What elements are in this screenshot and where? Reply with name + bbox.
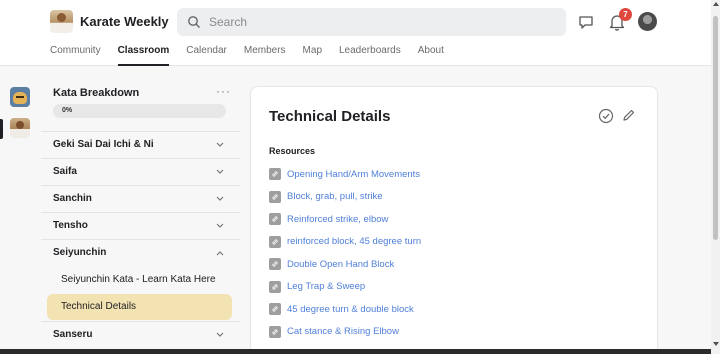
chevron-down-icon	[216, 223, 224, 228]
resource-link[interactable]: 45 degree turn & double block	[269, 302, 414, 316]
search-icon	[188, 16, 200, 28]
tab-calendar[interactable]: Calendar	[186, 44, 227, 66]
module-saifa[interactable]: Saifa	[41, 158, 240, 185]
rail-group-karate[interactable]	[10, 118, 30, 138]
lesson-label: Seiyunchin Kata - Learn Kata Here	[61, 274, 216, 285]
pencil-icon[interactable]	[621, 108, 636, 123]
chevron-down-icon	[216, 196, 224, 201]
resource-label: Block, grab, pull, strike	[287, 191, 383, 202]
module-sanseru[interactable]: Sanseru	[41, 321, 240, 348]
resource-label: Double Open Hand Block	[287, 258, 395, 270]
module-tensho[interactable]: Tensho	[41, 212, 240, 239]
link-icon	[269, 190, 281, 203]
resources-heading: Resources	[269, 146, 316, 156]
module-label: Seiyunchin	[53, 247, 107, 258]
tab-community[interactable]: Community	[50, 44, 101, 66]
module-seiyunchin[interactable]: Seiyunchin	[41, 239, 240, 266]
resource-label: reinforced block, 45 degree turn	[287, 236, 422, 247]
tab-members[interactable]: Members	[244, 44, 286, 66]
chevron-down-icon	[216, 332, 224, 337]
chat-icon[interactable]	[577, 13, 595, 31]
link-icon	[269, 213, 281, 225]
search-input[interactable]	[209, 15, 549, 29]
module-label: Tensho	[53, 220, 88, 231]
resource-label: Opening Hand/Arm Movements	[287, 168, 421, 180]
scroll-up-arrow[interactable]	[713, 2, 719, 6]
page-scrollbar[interactable]	[711, 0, 720, 354]
lesson-content-card: Technical Details Resources Opening Hand…	[250, 86, 658, 354]
chevron-down-icon	[216, 169, 224, 174]
course-progress-bar: 0%	[53, 104, 226, 118]
more-options-icon[interactable]: ···	[216, 84, 231, 98]
user-avatar[interactable]	[638, 12, 657, 31]
progress-label: 0%	[62, 107, 73, 114]
tab-about[interactable]: About	[418, 44, 444, 66]
link-icon	[269, 168, 281, 180]
resource-link[interactable]: Reinforced strike, elbow	[269, 212, 388, 226]
taskbar-edge	[0, 349, 711, 354]
top-header: Karate Weekly 7 Community Classroom Cale…	[0, 0, 711, 66]
module-label: Sanseru	[53, 329, 93, 340]
resource-label: Reinforced strike, elbow	[287, 213, 389, 225]
resource-link[interactable]: Block, grab, pull, strike	[269, 190, 383, 204]
notification-badge: 7	[619, 8, 632, 21]
resource-link[interactable]: reinforced block, 45 degree turn	[269, 235, 421, 249]
check-circle-icon[interactable]	[598, 108, 614, 124]
lesson-seiyunchin-kata[interactable]: Seiyunchin Kata - Learn Kata Here	[47, 267, 232, 293]
resource-link[interactable]: Double Open Hand Block	[269, 257, 394, 271]
tab-classroom[interactable]: Classroom	[117, 44, 169, 66]
course-sidebar: Kata Breakdown ··· 0% Geki Sai Dai Ichi …	[41, 76, 240, 354]
module-label: Geki Sai Dai Ichi & Ni	[53, 139, 154, 150]
search-bar[interactable]	[177, 8, 566, 36]
scroll-down-arrow[interactable]	[713, 342, 719, 346]
module-geki-sai[interactable]: Geki Sai Dai Ichi & Ni	[41, 131, 240, 158]
link-icon	[269, 258, 281, 270]
resource-link[interactable]: Cat stance & Rising Elbow	[269, 325, 399, 339]
module-sanchin[interactable]: Sanchin	[41, 185, 240, 212]
resource-label: Cat stance & Rising Elbow	[287, 326, 399, 337]
module-label: Sanchin	[53, 193, 92, 204]
group-name: Karate Weekly	[80, 14, 169, 29]
resource-label: 45 degree turn & double block	[287, 303, 414, 315]
tab-leaderboards[interactable]: Leaderboards	[339, 44, 401, 66]
resource-link[interactable]: Leg Trap & Sweep	[269, 280, 365, 294]
chevron-down-icon	[216, 142, 224, 147]
resource-label: Leg Trap & Sweep	[287, 281, 366, 292]
lesson-technical-details[interactable]: Technical Details	[47, 294, 232, 320]
page-title: Technical Details	[269, 108, 391, 125]
tab-map[interactable]: Map	[303, 44, 322, 66]
course-title: Kata Breakdown	[53, 87, 140, 99]
link-icon	[269, 235, 281, 248]
rail-group-cat[interactable]	[10, 87, 30, 107]
group-logo	[50, 10, 73, 33]
lesson-label: Technical Details	[61, 301, 137, 312]
resource-link[interactable]: Opening Hand/Arm Movements	[269, 167, 420, 181]
group-switcher[interactable]: Karate Weekly	[50, 10, 193, 33]
rail-active-marker	[0, 119, 3, 139]
scroll-thumb[interactable]	[713, 16, 718, 240]
module-label: Saifa	[53, 166, 77, 177]
link-icon	[269, 325, 281, 338]
link-icon	[269, 280, 281, 293]
chevron-up-icon	[216, 251, 224, 256]
link-icon	[269, 303, 281, 315]
main-nav: Community Classroom Calendar Members Map…	[50, 44, 461, 66]
